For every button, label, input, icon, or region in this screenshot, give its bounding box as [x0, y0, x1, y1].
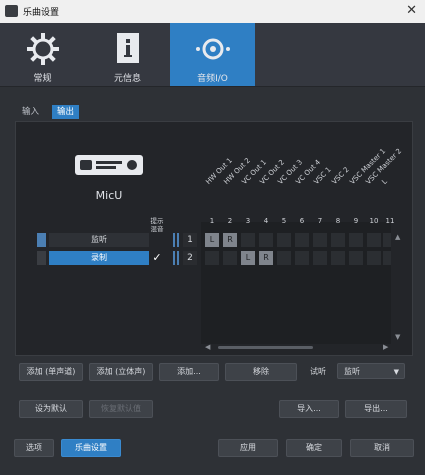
matrix-cell[interactable] [295, 251, 309, 265]
chevron-down-icon: ▼ [393, 368, 399, 376]
tab-audio-io-label: 音频I/O [197, 74, 228, 84]
column-number: 11 [385, 217, 395, 225]
matrix-cell[interactable] [295, 233, 309, 247]
audio-interface-icon [74, 152, 144, 183]
restore-default-button[interactable]: 恢复默认值 [89, 400, 153, 418]
channel-bar [173, 251, 175, 265]
matrix-cell[interactable] [367, 233, 381, 247]
scroll-right-icon[interactable]: ▶ [383, 343, 388, 351]
matrix-cell[interactable] [331, 251, 345, 265]
matrix-cell[interactable] [259, 233, 273, 247]
column-number: 10 [369, 217, 379, 225]
audition-select[interactable]: 监听 ▼ [337, 363, 405, 379]
cancel-button[interactable]: 取消 [350, 439, 414, 457]
cue-mix-header: 提示 混音 [150, 217, 164, 233]
matrix-cell-active[interactable]: L [205, 233, 219, 247]
options-button[interactable]: 选项 [14, 439, 54, 457]
matrix-cell[interactable] [383, 251, 391, 265]
tab-general[interactable]: 常规 [0, 23, 85, 86]
window-title: 乐曲设置 [23, 8, 60, 18]
remove-button[interactable]: 移除 [225, 363, 297, 381]
matrix-cell[interactable] [331, 233, 345, 247]
column-number: 7 [317, 217, 323, 225]
tab-general-label: 常规 [33, 74, 52, 84]
set-default-button[interactable]: 设为默认 [19, 400, 83, 418]
column-number: 6 [299, 217, 305, 225]
ok-button[interactable]: 确定 [286, 439, 342, 457]
tab-meta-info[interactable]: 元信息 [85, 23, 170, 86]
tab-audio-io[interactable]: 音频I/O [170, 23, 255, 86]
matrix-cell[interactable] [313, 251, 327, 265]
horizontal-scrollbar[interactable] [218, 346, 313, 349]
info-document-icon [85, 31, 170, 70]
song-setup-button[interactable]: 乐曲设置 [61, 439, 121, 457]
matrix-cell[interactable] [367, 251, 381, 265]
gear-icon [0, 31, 85, 70]
matrix-cell[interactable] [277, 251, 291, 265]
scroll-left-icon[interactable]: ◀ [205, 343, 210, 351]
cue-mix-checkbox[interactable] [150, 233, 164, 247]
audition-label: 试听 [310, 367, 326, 376]
import-button[interactable]: 导入... [279, 400, 339, 418]
scroll-down-icon[interactable]: ▼ [395, 333, 400, 341]
column-number: 2 [227, 217, 233, 225]
add-stereo-button[interactable]: 添加 (立体声) [89, 363, 153, 381]
column-number: 3 [245, 217, 251, 225]
row-color-marker [37, 233, 46, 247]
matrix-cell[interactable] [241, 233, 255, 247]
tab-meta-info-label: 元信息 [113, 74, 141, 84]
subtab-input[interactable]: 输入 [17, 105, 44, 119]
scroll-up-icon[interactable]: ▲ [395, 233, 400, 241]
audio-io-icon [170, 31, 255, 70]
channel-number: 1 [183, 233, 197, 247]
add-mono-button[interactable]: 添加 (单声道) [19, 363, 83, 381]
matrix-cell-active[interactable]: L [241, 251, 255, 265]
device-name: MicU [95, 189, 123, 202]
matrix-cell[interactable] [349, 251, 363, 265]
audition-select-value: 监听 [344, 367, 360, 376]
subtab-output[interactable]: 输出 [52, 105, 80, 119]
channel-number: 2 [183, 251, 197, 265]
matrix-cell[interactable] [277, 233, 291, 247]
column-number: 4 [263, 217, 269, 225]
matrix-cell-active[interactable]: R [259, 251, 273, 265]
matrix-cell[interactable] [223, 251, 237, 265]
row-color-marker [37, 251, 46, 265]
apply-button[interactable]: 应用 [218, 439, 278, 457]
column-number: 5 [281, 217, 287, 225]
title-bar: 乐曲设置 ✕ [0, 0, 425, 23]
channel-bar [177, 251, 179, 265]
column-number: 8 [335, 217, 341, 225]
cue-mix-checkbox[interactable]: ✓ [150, 251, 164, 265]
export-button[interactable]: 导出... [345, 400, 407, 418]
channel-bar [177, 233, 179, 247]
add-more-button[interactable]: 添加... [159, 363, 219, 381]
app-icon [5, 5, 18, 17]
matrix-cell[interactable] [205, 251, 219, 265]
column-number: 9 [353, 217, 359, 225]
matrix-cell[interactable] [349, 233, 363, 247]
output-row-monitor[interactable]: 监听 [49, 233, 149, 247]
close-icon[interactable]: ✕ [406, 3, 417, 18]
output-row-record[interactable]: 录制 [49, 251, 149, 265]
matrix-cell[interactable] [313, 233, 327, 247]
channel-bar [173, 233, 175, 247]
matrix-cell-active[interactable]: R [223, 233, 237, 247]
matrix-cell[interactable] [383, 233, 391, 247]
column-number: 1 [209, 217, 215, 225]
top-tab-strip: 常规 元信息 音频I/O [0, 23, 425, 87]
